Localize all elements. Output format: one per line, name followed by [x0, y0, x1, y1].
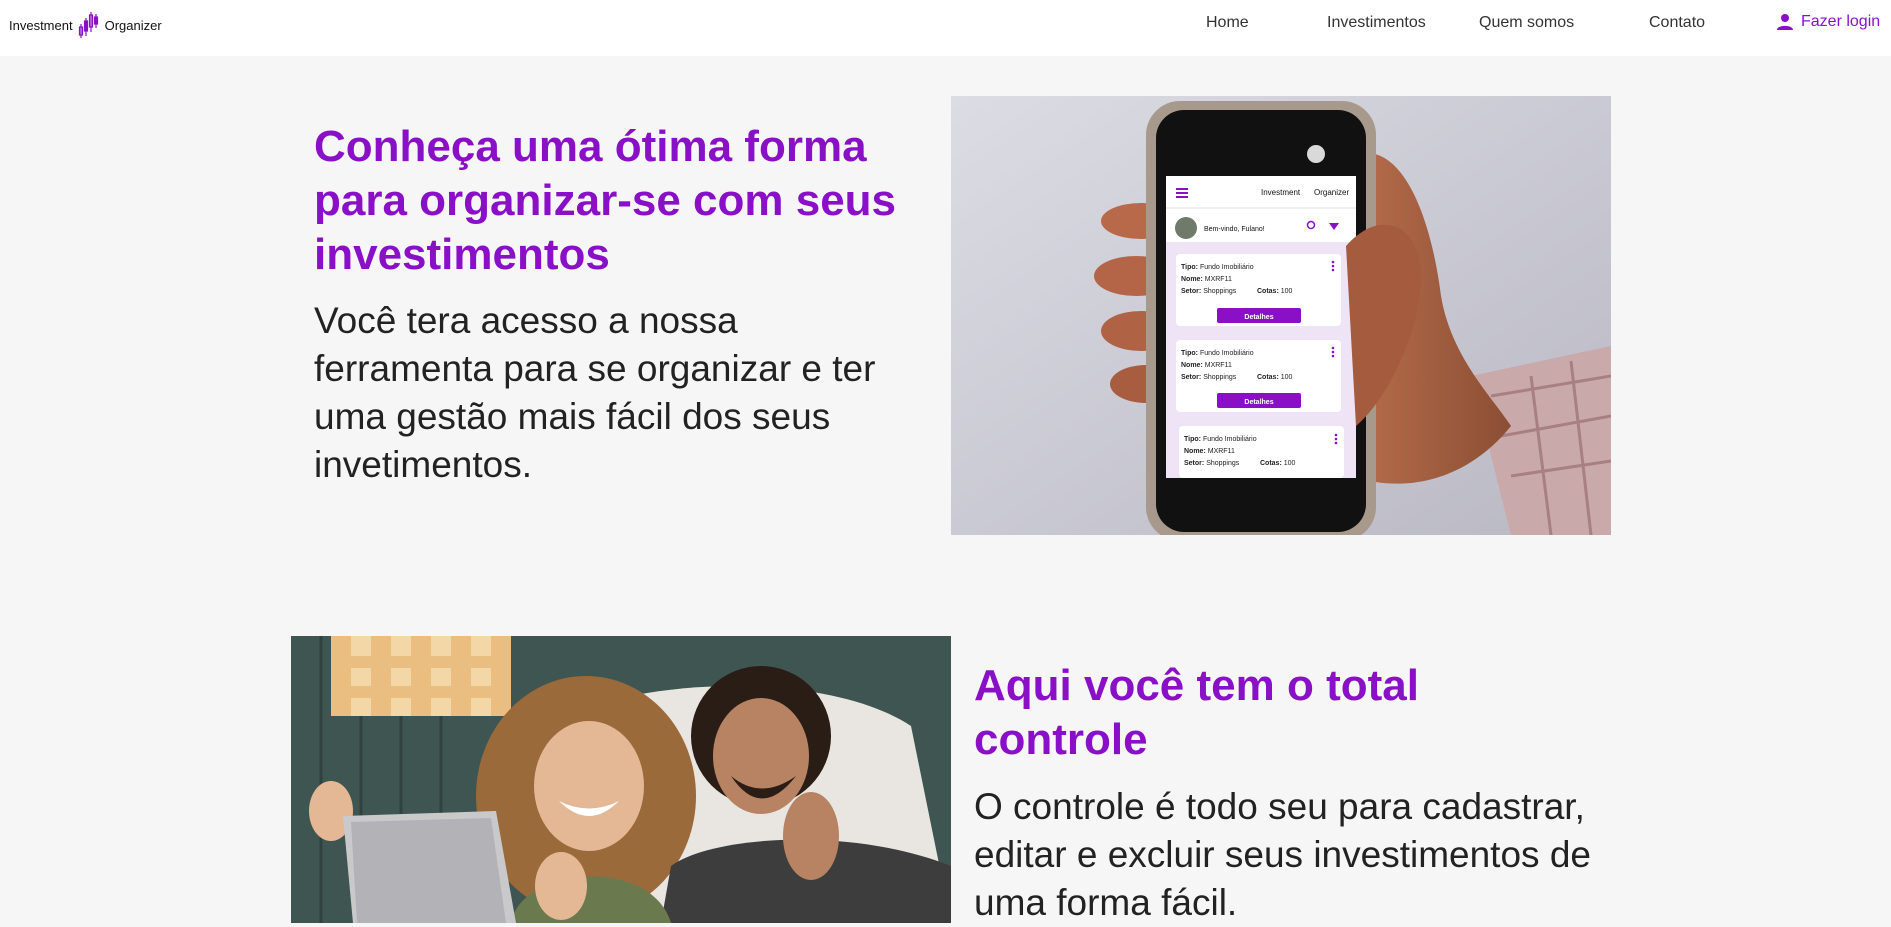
svg-text:Tipo: Fundo Imobiliário: Tipo: Fundo Imobiliário	[1181, 350, 1254, 357]
svg-text:Setor: Shoppings: Setor: Shoppings	[1181, 288, 1237, 295]
logo-text-right: Organizer	[104, 17, 162, 33]
svg-text:Setor: Shoppings: Setor: Shoppings	[1181, 374, 1237, 381]
person-icon	[1777, 14, 1793, 30]
control-title: Aqui você tem o total controle	[974, 661, 1419, 764]
svg-text:Detalhes: Detalhes	[1244, 314, 1273, 321]
login-label: Fazer login	[1801, 13, 1881, 30]
svg-text:Tipo: Fundo Imobiliário: Tipo: Fundo Imobiliário	[1184, 436, 1257, 443]
logo[interactable]: Investment Organizer	[9, 8, 162, 42]
hero-title: Conheça uma ótima forma para organizar-s…	[314, 122, 897, 279]
nav-contato[interactable]: Contato	[1649, 13, 1705, 33]
svg-text:Detalhes: Detalhes	[1244, 399, 1273, 406]
svg-text:Setor: Shoppings: Setor: Shoppings	[1184, 460, 1240, 467]
nav-home[interactable]: Home	[1206, 13, 1249, 33]
phone-app-photo: Investment Organizer Bem-vindo, Fulano! …	[951, 96, 1611, 535]
phone-app-logo-left: Investment	[1261, 188, 1301, 197]
couple-laptop-photo	[291, 636, 951, 923]
svg-text:Tipo: Fundo Imobiliário: Tipo: Fundo Imobiliário	[1181, 264, 1254, 271]
svg-text:Nome: MXRF11: Nome: MXRF11	[1184, 448, 1235, 455]
nav-quem-somos[interactable]: Quem somos	[1479, 13, 1574, 33]
svg-text:Cotas: 100: Cotas: 100	[1260, 460, 1296, 467]
candlestick-chart-icon	[78, 12, 98, 38]
hero-text: Você tera acesso a nossa ferramenta para…	[314, 300, 876, 485]
svg-text:Nome: MXRF11: Nome: MXRF11	[1181, 276, 1232, 283]
svg-text:Cotas: 100: Cotas: 100	[1257, 374, 1293, 381]
svg-text:Nome: MXRF11: Nome: MXRF11	[1181, 362, 1232, 369]
nav-investimentos[interactable]: Investimentos	[1327, 13, 1426, 33]
top-navbar: Investment Organizer Home Investimentos …	[0, 0, 1891, 56]
phone-app-logo-right: Organizer	[1314, 188, 1349, 197]
control-text: O controle é todo seu para cadastrar, ed…	[974, 786, 1591, 923]
phone-greeting: Bem-vindo, Fulano!	[1204, 226, 1265, 233]
svg-text:Cotas: 100: Cotas: 100	[1257, 288, 1293, 295]
login-button[interactable]: Fazer login	[1775, 12, 1880, 32]
logo-text-left: Investment	[9, 17, 73, 33]
